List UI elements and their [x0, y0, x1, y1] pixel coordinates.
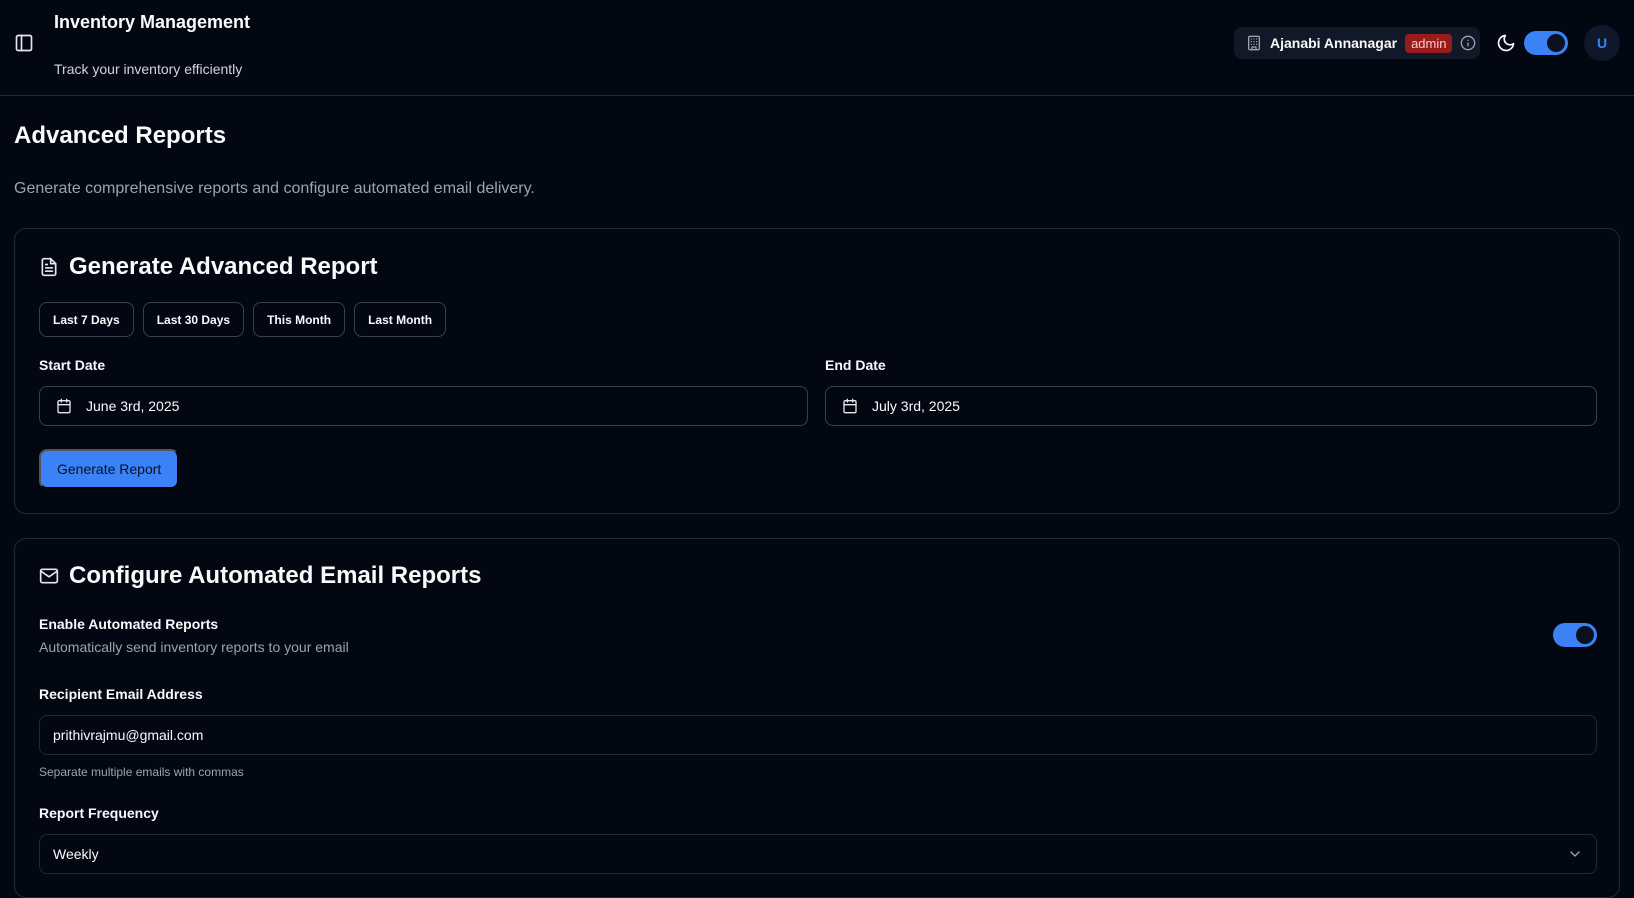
end-date-label: End Date	[825, 357, 886, 373]
email-hint: Separate multiple emails with commas	[39, 765, 244, 779]
date-presets: Last 7 Days Last 30 Days This Month Last…	[39, 302, 447, 337]
card-title: Configure Automated Email Reports	[69, 562, 482, 589]
top-bar: Inventory Management Track your inventor…	[0, 0, 1634, 96]
recipient-email-input[interactable]	[39, 715, 1597, 755]
store-name: Ajanabi Annanagar	[1270, 35, 1398, 51]
card-title: Generate Advanced Report	[69, 253, 378, 280]
dark-mode-toggle[interactable]	[1524, 31, 1568, 55]
app-title: Inventory Management	[54, 12, 251, 32]
role-badge: admin	[1405, 33, 1453, 53]
report-frequency-select[interactable]: Weekly	[39, 834, 1597, 874]
calendar-icon	[56, 398, 72, 414]
building-icon	[1246, 35, 1262, 51]
toggle-knob	[1547, 34, 1565, 52]
report-frequency-label: Report Frequency	[39, 805, 159, 821]
generate-report-card: Generate Advanced Report Last 7 Days Las…	[14, 228, 1620, 514]
page-title: Advanced Reports	[14, 122, 227, 149]
preset-this-month[interactable]: This Month	[253, 302, 346, 337]
preset-last-30-days[interactable]: Last 30 Days	[142, 302, 245, 337]
automated-email-card: Configure Automated Email Reports Enable…	[14, 538, 1620, 898]
app-subtitle: Track your inventory efficiently	[54, 61, 243, 77]
report-frequency-value: Weekly	[53, 846, 99, 862]
enable-reports-description: Automatically send inventory reports to …	[39, 639, 349, 655]
start-date-value: June 3rd, 2025	[86, 398, 180, 414]
moon-icon	[1496, 33, 1516, 53]
info-icon[interactable]	[1460, 35, 1476, 51]
store-selector[interactable]: Ajanabi Annanagar admin	[1234, 27, 1480, 59]
file-text-icon	[39, 257, 59, 277]
preset-last-month[interactable]: Last Month	[354, 302, 447, 337]
chevron-down-icon	[1567, 846, 1583, 862]
panel-left-icon[interactable]	[14, 33, 34, 53]
generate-report-button[interactable]: Generate Report	[39, 449, 180, 489]
card-header: Configure Automated Email Reports	[39, 562, 481, 590]
enable-reports-toggle[interactable]	[1553, 623, 1597, 647]
recipient-email-label: Recipient Email Address	[39, 686, 203, 702]
calendar-icon	[842, 398, 858, 414]
toggle-knob	[1576, 626, 1594, 644]
start-date-label: Start Date	[39, 357, 106, 373]
start-date-picker[interactable]: June 3rd, 2025	[39, 386, 808, 426]
preset-last-7-days[interactable]: Last 7 Days	[39, 302, 134, 337]
end-date-value: July 3rd, 2025	[872, 398, 960, 414]
user-avatar[interactable]: U	[1584, 25, 1620, 61]
page-description: Generate comprehensive reports and confi…	[14, 180, 535, 197]
end-date-picker[interactable]: July 3rd, 2025	[825, 386, 1597, 426]
enable-reports-label: Enable Automated Reports	[39, 616, 219, 632]
card-header: Generate Advanced Report	[39, 253, 378, 281]
mail-icon	[39, 566, 59, 586]
